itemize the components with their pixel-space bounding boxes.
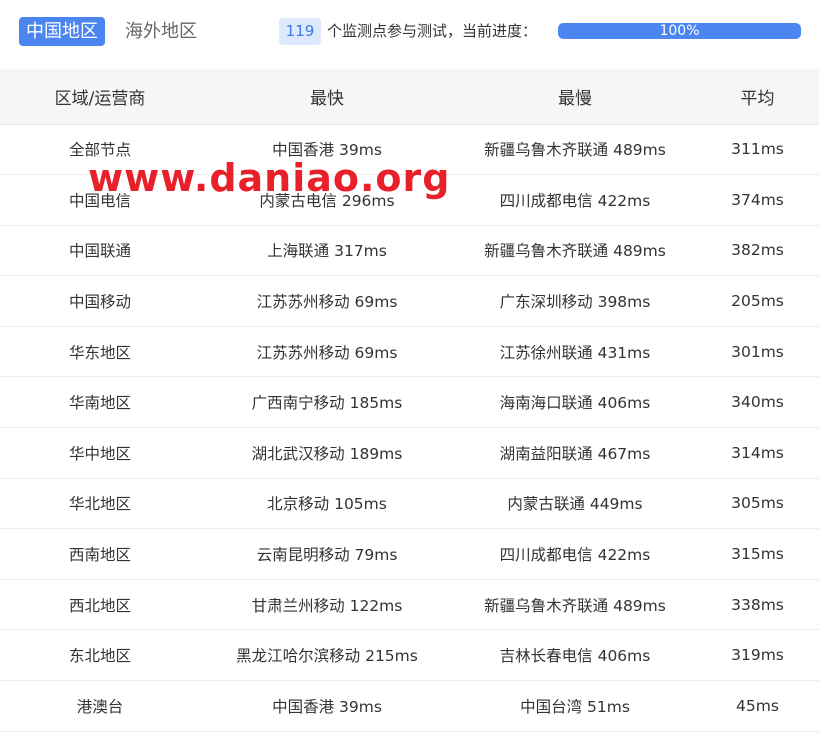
node-count-badge: 119 [279, 18, 321, 45]
cell-region: 中国移动 [0, 275, 200, 327]
cell-region: 华中地区 [0, 427, 200, 479]
table-row: 西南地区 云南昆明移动 79ms 四川成都电信 422ms 315ms [0, 528, 819, 580]
cell-region: 东北地区 [0, 629, 200, 682]
cell-slowest: 中国台湾 51ms [454, 680, 696, 732]
cell-average: 305ms [696, 478, 819, 530]
cell-fastest: 甘肃兰州移动 122ms [200, 579, 454, 631]
cell-slowest: 海南海口联通 406ms [454, 376, 696, 429]
progress-label: 100% [659, 23, 700, 39]
cell-region: 华东地区 [0, 326, 200, 378]
cell-region: 中国联通 [0, 225, 200, 277]
cell-average: 301ms [696, 326, 819, 378]
table-row: 东北地区 黑龙江哈尔滨移动 215ms 吉林长春电信 406ms 319ms [0, 629, 819, 682]
cell-slowest: 吉林长春电信 406ms [454, 629, 696, 682]
table-row: 港澳台 中国香港 39ms 中国台湾 51ms 45ms [0, 680, 819, 732]
header-slowest: 最慢 [454, 69, 696, 125]
cell-fastest: 上海联通 317ms [200, 225, 454, 277]
cell-region: 华南地区 [0, 376, 200, 429]
cell-fastest: 北京移动 105ms [200, 478, 454, 530]
tab-china[interactable]: 中国地区 [19, 17, 105, 46]
progress-text: 个监测点参与测试，当前进度： [327, 22, 538, 40]
top-bar: 中国地区 海外地区 119 个监测点参与测试，当前进度： 100% [0, 0, 819, 68]
header-fastest: 最快 [200, 69, 454, 125]
tab-overseas[interactable]: 海外地区 [118, 17, 204, 46]
table-row: 华北地区 北京移动 105ms 内蒙古联通 449ms 305ms [0, 478, 819, 530]
cell-slowest: 新疆乌鲁木齐联通 489ms [454, 225, 696, 277]
watermark: www.daniao.org [88, 156, 451, 200]
table-row: 华中地区 湖北武汉移动 189ms 湖南益阳联通 467ms 314ms [0, 427, 819, 479]
table-row: 中国联通 上海联通 317ms 新疆乌鲁木齐联通 489ms 382ms [0, 225, 819, 277]
cell-slowest: 四川成都电信 422ms [454, 528, 696, 580]
cell-region: 西北地区 [0, 579, 200, 631]
table-row: 中国移动 江苏苏州移动 69ms 广东深圳移动 398ms 205ms [0, 275, 819, 327]
cell-average: 314ms [696, 427, 819, 479]
table-header-row: 区域/运营商 最快 最慢 平均 [0, 69, 819, 125]
cell-average: 340ms [696, 376, 819, 429]
cell-fastest: 湖北武汉移动 189ms [200, 427, 454, 479]
cell-fastest: 江苏苏州移动 69ms [200, 326, 454, 378]
header-average: 平均 [696, 69, 819, 125]
cell-region: 港澳台 [0, 680, 200, 732]
cell-fastest: 中国香港 39ms [200, 680, 454, 732]
cell-fastest: 江苏苏州移动 69ms [200, 275, 454, 327]
cell-region: 华北地区 [0, 478, 200, 530]
cell-fastest: 广西南宁移动 185ms [200, 376, 454, 429]
table-row: 华东地区 江苏苏州移动 69ms 江苏徐州联通 431ms 301ms [0, 326, 819, 378]
cell-average: 374ms [696, 174, 819, 226]
cell-average: 205ms [696, 275, 819, 327]
cell-region: 西南地区 [0, 528, 200, 580]
cell-slowest: 内蒙古联通 449ms [454, 478, 696, 530]
cell-slowest: 广东深圳移动 398ms [454, 275, 696, 327]
cell-slowest: 新疆乌鲁木齐联通 489ms [454, 124, 696, 176]
cell-average: 382ms [696, 225, 819, 277]
cell-average: 315ms [696, 528, 819, 580]
table-row: 华南地区 广西南宁移动 185ms 海南海口联通 406ms 340ms [0, 376, 819, 429]
header-region: 区域/运营商 [0, 69, 200, 125]
table-row: 西北地区 甘肃兰州移动 122ms 新疆乌鲁木齐联通 489ms 338ms [0, 579, 819, 631]
cell-fastest: 黑龙江哈尔滨移动 215ms [200, 629, 454, 682]
cell-average: 319ms [696, 629, 819, 682]
cell-slowest: 新疆乌鲁木齐联通 489ms [454, 579, 696, 631]
cell-slowest: 湖南益阳联通 467ms [454, 427, 696, 479]
cell-fastest: 云南昆明移动 79ms [200, 528, 454, 580]
cell-average: 45ms [696, 680, 819, 732]
cell-slowest: 江苏徐州联通 431ms [454, 326, 696, 378]
cell-slowest: 四川成都电信 422ms [454, 174, 696, 226]
progress-bar: 100% [558, 23, 801, 39]
cell-average: 311ms [696, 124, 819, 176]
cell-average: 338ms [696, 579, 819, 631]
